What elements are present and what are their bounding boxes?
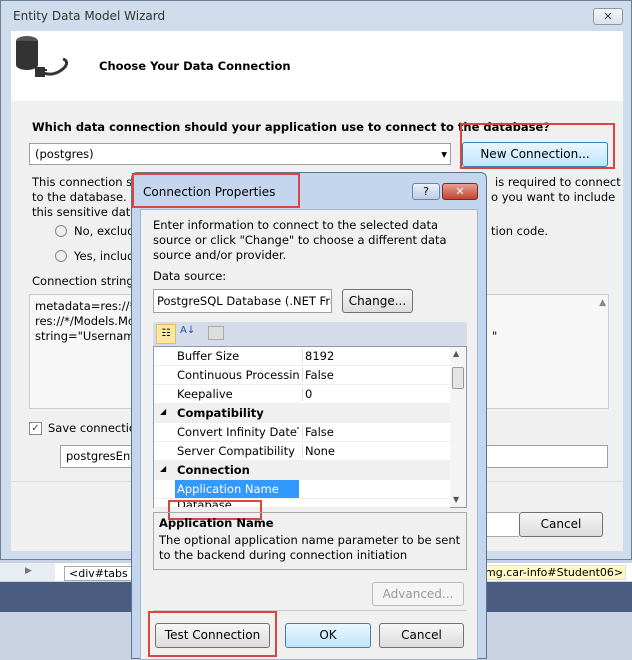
property-name: Buffer Size (177, 349, 240, 363)
property-row[interactable]: Buffer Size 8192 (154, 347, 450, 366)
categorized-icon[interactable]: ☷ (156, 324, 176, 344)
description-text: The optional application name parameter … (159, 533, 461, 562)
conn-tail: " (492, 329, 498, 343)
info-text: this sensitive data i (32, 205, 145, 219)
property-toolbar: ☷ A↓ (153, 322, 467, 346)
property-value: 0 (302, 387, 312, 401)
property-grid[interactable]: Buffer Size 8192 Continuous Processing Fal… (153, 346, 467, 508)
highlight-box (148, 611, 277, 657)
scroll-up-icon[interactable]: ▲ (453, 349, 459, 358)
property-row[interactable]: Convert Infinity DateTimeFalse (154, 423, 450, 442)
connection-properties-dialog: Connection Properties ? ✕ Enter informat… (131, 172, 487, 660)
conn-line: res://*/Models.Mo (35, 314, 135, 328)
property-value: None (302, 444, 335, 458)
sort-alphabetical-icon[interactable]: A↓ (180, 325, 195, 336)
conn-line: metadata=res://*/ (35, 299, 140, 313)
category-name: Compatibility (177, 406, 264, 420)
advanced-button[interactable]: Advanced... (372, 582, 464, 606)
property-name: Application Name (175, 480, 299, 498)
data-source-label: Data source: (153, 269, 227, 283)
change-button[interactable]: Change... (342, 289, 413, 313)
save-checkbox[interactable]: ✓ (29, 422, 42, 435)
page-heading: Choose Your Data Connection (99, 59, 291, 73)
property-name: Server Compatibility Mode (177, 444, 299, 458)
description-title: Application Name (159, 516, 274, 530)
info-text: o you want to include (491, 190, 616, 204)
property-value: False (302, 425, 334, 439)
property-scrollbar[interactable]: ▲ ▼ (450, 347, 466, 507)
data-source-field: PostgreSQL Database (.NET Framework D (153, 289, 332, 313)
property-row[interactable]: Server Compatibility ModeNone (154, 442, 450, 461)
property-value: False (302, 368, 334, 382)
dialog-cancel-button[interactable]: Cancel (379, 623, 464, 648)
radio-no-label: No, exclud (74, 224, 135, 238)
breadcrumb-item[interactable]: <div#tabs (64, 566, 133, 581)
database-plug-icon (16, 36, 69, 77)
window-title: Entity Data Model Wizard (13, 9, 166, 23)
breadcrumb-item[interactable]: mg.car-info#Student06> (482, 565, 627, 580)
category-row[interactable]: ◢ Connection (154, 461, 450, 480)
property-value: 8192 (302, 349, 334, 363)
property-row[interactable]: Keepalive 0 (154, 385, 450, 404)
scroll-up-icon[interactable]: ▲ (599, 298, 606, 308)
connection-dropdown[interactable]: (postgres) ▾ (29, 143, 451, 165)
scroll-thumb[interactable] (452, 367, 464, 389)
chevron-down-icon: ▾ (441, 147, 447, 161)
property-name: Convert Infinity DateTime (177, 425, 299, 439)
highlight-box (460, 123, 615, 169)
info-text: is required to connect (495, 175, 621, 189)
dialog-content: Enter information to connect to the sele… (140, 209, 478, 660)
category-row[interactable]: ◢ Compatibility (154, 404, 450, 423)
property-name: Keepalive (177, 387, 233, 401)
radio-yes-label: Yes, includ (74, 249, 135, 263)
property-pages-icon[interactable] (208, 326, 224, 340)
highlight-box (132, 173, 300, 208)
intro-text: Enter information to connect to the sele… (153, 218, 447, 262)
wizard-cancel-button[interactable]: Cancel (519, 512, 603, 537)
property-row-selected[interactable]: Application Name (154, 480, 450, 499)
property-row[interactable]: Continuous Processing False (154, 366, 450, 385)
radio-no[interactable] (55, 225, 67, 237)
ok-button[interactable]: OK (285, 623, 371, 648)
info-text: This connection st (32, 175, 137, 189)
save-label: Save connection (48, 421, 144, 435)
collapse-icon[interactable]: ◢ (160, 407, 166, 416)
dialog-close-button[interactable]: ✕ (442, 183, 478, 200)
property-name: Continuous Processing (177, 368, 299, 382)
category-name: Connection (177, 463, 250, 477)
collapse-icon[interactable]: ◢ (160, 464, 166, 473)
property-description: Application Name The optional applicatio… (153, 512, 467, 570)
connection-value: (postgres) (35, 147, 94, 161)
conn-line: string="Username (35, 329, 142, 343)
connection-string-label: Connection string: (32, 274, 138, 288)
close-button[interactable]: ✕ (593, 8, 623, 25)
radio-yes[interactable] (55, 250, 67, 262)
wizard-header: Choose Your Data Connection (11, 31, 623, 101)
expand-icon[interactable]: ▶ (0, 563, 55, 581)
info-text: to the database. St (32, 190, 143, 204)
radio-no-label-tail: tion code. (491, 224, 549, 238)
scroll-down-icon[interactable]: ▼ (453, 495, 459, 504)
help-button[interactable]: ? (412, 183, 440, 200)
